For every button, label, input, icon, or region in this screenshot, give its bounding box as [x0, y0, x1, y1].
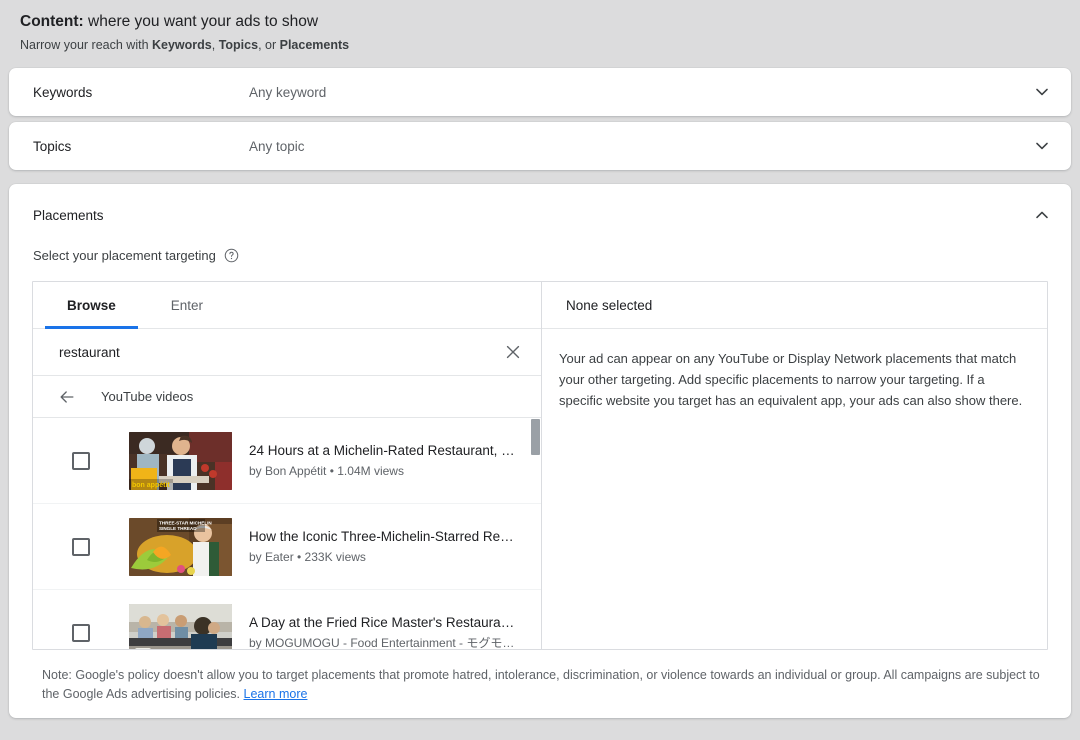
keywords-row[interactable]: Keywords Any keyword — [9, 68, 1071, 116]
selected-description: Your ad can appear on any YouTube or Dis… — [542, 329, 1047, 411]
video-subtitle: by Eater • 233K views — [249, 549, 517, 566]
tab-browse[interactable]: Browse — [45, 282, 138, 328]
topics-label: Topics — [33, 139, 249, 154]
close-icon[interactable] — [503, 342, 523, 362]
video-results-list: bon appétit 24 Hours at a Michelin-Rated… — [33, 418, 541, 649]
placements-card: Placements Select your placement targeti… — [9, 184, 1071, 718]
video-subtitle: by MOGUMOGU - Food Entertainment - モグモグ … — [249, 635, 517, 649]
placements-title: Placements — [33, 208, 1031, 223]
subtitle-topics: Topics — [219, 38, 258, 52]
keywords-value: Any keyword — [249, 85, 1031, 100]
page-title: Content: where you want your ads to show — [20, 12, 1080, 32]
video-subtitle: by Bon Appétit • 1.04M views — [249, 463, 517, 480]
list-item[interactable]: THREE-STAR MICHELIN SINGLE THREAD How th… — [33, 504, 541, 590]
keywords-label: Keywords — [33, 85, 249, 100]
tab-enter[interactable]: Enter — [149, 282, 225, 328]
breadcrumb: YouTube videos — [33, 376, 541, 418]
chevron-down-icon[interactable] — [1031, 135, 1053, 157]
selected-heading: None selected — [542, 282, 1047, 329]
arrow-back-icon[interactable] — [57, 387, 77, 407]
placement-tabs: Browse Enter — [33, 282, 541, 329]
page-title-bold: Content: — [20, 13, 84, 30]
video-meta: A Day at the Fried Rice Master's Restaur… — [232, 613, 517, 649]
video-title: 24 Hours at a Michelin-Rated Restaurant,… — [249, 441, 517, 460]
video-title: How the Iconic Three-Michelin-Starred Re… — [249, 527, 517, 546]
search-input[interactable] — [57, 344, 503, 361]
keywords-card: Keywords Any keyword — [9, 68, 1071, 116]
video-checkbox[interactable] — [72, 624, 90, 642]
page-title-rest: where you want your ads to show — [84, 13, 318, 30]
placement-browse-panel: Browse Enter YouTube video — [33, 282, 542, 649]
video-meta: How the Iconic Three-Michelin-Starred Re… — [232, 527, 517, 566]
video-thumbnail-mogumogu — [129, 604, 232, 650]
svg-text:SINGLE THREAD: SINGLE THREAD — [159, 526, 197, 531]
scrollbar-thumb[interactable] — [531, 419, 540, 455]
svg-text:THREE-STAR MICHELIN: THREE-STAR MICHELIN — [159, 520, 212, 525]
checkbox-cell — [33, 538, 129, 556]
video-checkbox[interactable] — [72, 538, 90, 556]
tab-enter-label: Enter — [171, 298, 203, 313]
topics-card: Topics Any topic — [9, 122, 1071, 170]
checkbox-cell — [33, 624, 129, 642]
chevron-down-icon[interactable] — [1031, 81, 1053, 103]
subtitle-placements: Placements — [280, 38, 349, 52]
page-header: Content: where you want your ads to show… — [0, 0, 1080, 54]
placements-header[interactable]: Placements — [9, 184, 1071, 226]
placement-targeting-label: Select your placement targeting — [33, 248, 216, 263]
placement-picker: Browse Enter YouTube video — [32, 281, 1048, 650]
page-subtitle: Narrow your reach with Keywords, Topics,… — [20, 36, 1080, 54]
learn-more-link[interactable]: Learn more — [244, 687, 308, 701]
subtitle-sep-1: , — [212, 38, 219, 52]
svg-text:bon appétit: bon appétit — [132, 482, 170, 489]
video-checkbox[interactable] — [72, 452, 90, 470]
subtitle-prefix: Narrow your reach with — [20, 38, 152, 52]
selected-placements-panel: None selected Your ad can appear on any … — [542, 282, 1047, 649]
help-circle-icon[interactable] — [224, 248, 239, 263]
video-meta: 24 Hours at a Michelin-Rated Restaurant,… — [232, 441, 517, 480]
placement-search-bar — [33, 329, 541, 376]
subtitle-sep-2: , or — [258, 38, 280, 52]
chevron-up-icon[interactable] — [1031, 204, 1053, 226]
video-thumbnail-eater: THREE-STAR MICHELIN SINGLE THREAD — [129, 518, 232, 576]
list-item[interactable]: A Day at the Fried Rice Master's Restaur… — [33, 590, 541, 649]
content-targeting-page: Content: where you want your ads to show… — [0, 0, 1080, 740]
topics-value: Any topic — [249, 139, 1031, 154]
checkbox-cell — [33, 452, 129, 470]
list-item[interactable]: bon appétit 24 Hours at a Michelin-Rated… — [33, 418, 541, 504]
policy-note: Note: Google's policy doesn't allow you … — [42, 666, 1047, 704]
subtitle-keywords: Keywords — [152, 38, 212, 52]
tab-browse-label: Browse — [67, 298, 116, 313]
video-thumbnail-bon-appetit: bon appétit — [129, 432, 232, 490]
policy-note-text: Note: Google's policy doesn't allow you … — [42, 668, 1040, 701]
topics-row[interactable]: Topics Any topic — [9, 122, 1071, 170]
breadcrumb-label: YouTube videos — [101, 389, 193, 404]
placement-targeting-subtitle: Select your placement targeting — [9, 248, 1071, 263]
video-title: A Day at the Fried Rice Master's Restaur… — [249, 613, 517, 632]
